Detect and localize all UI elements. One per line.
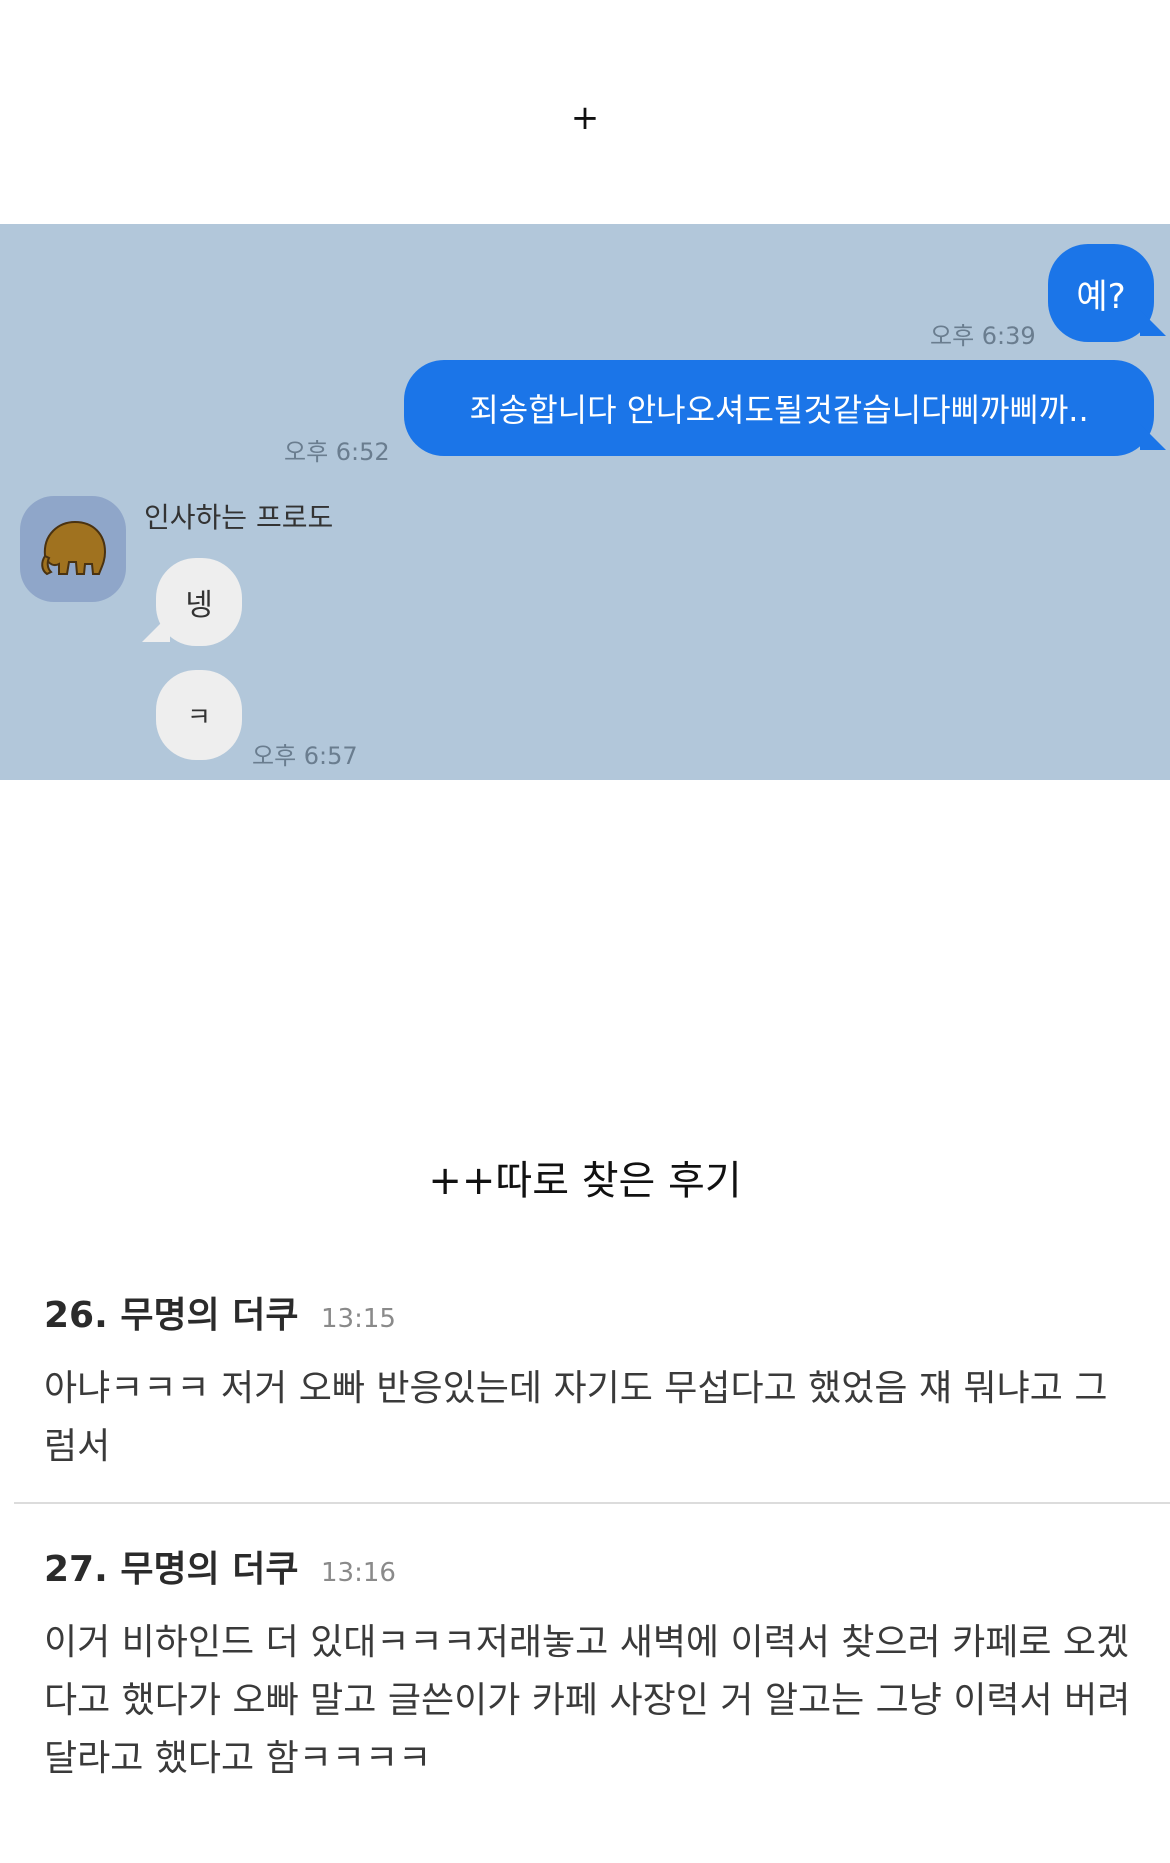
incoming-message-text: ㅋ — [187, 702, 211, 733]
comment-header: 26. 무명의 더쿠 13:15 — [44, 1286, 1134, 1338]
chat-screenshot: 예? 오후 6:39 죄송합니다 안나오셔도될것같습니다삐까삐까.. 오후 6:… — [0, 224, 1170, 780]
comment-item: 26. 무명의 더쿠 13:15 아냐ㅋㅋㅋ 저거 오빠 반응있는데 자기도 무… — [44, 1286, 1134, 1476]
incoming-message-bubble: 넹 — [156, 558, 242, 646]
outgoing-message-bubble: 죄송합니다 안나오셔도될것같습니다삐까삐까.. — [404, 360, 1154, 456]
message-time: 오후 6:52 — [284, 438, 390, 466]
message-time: 오후 6:57 — [252, 742, 358, 770]
comment-item: 27. 무명의 더쿠 13:16 이거 비하인드 더 있대ㅋㅋㅋ저래놓고 새벽에… — [44, 1540, 1134, 1788]
incoming-message-text: 넹 — [185, 588, 213, 623]
comment-time: 13:15 — [321, 1304, 396, 1334]
outgoing-message-text: 예? — [1076, 276, 1126, 317]
incoming-message-bubble: ㅋ — [156, 670, 242, 760]
comment-time: 13:16 — [321, 1558, 396, 1588]
comment-text: 아냐ㅋㅋㅋ 저거 오빠 반응있는데 자기도 무섭다고 했었음 쟤 뭐냐고 그럼서 — [44, 1368, 1108, 1467]
divider — [14, 1502, 1170, 1504]
elephant-icon — [41, 520, 107, 576]
outgoing-message-text: 죄송합니다 안나오셔도될것같습니다삐까삐까.. — [469, 391, 1089, 429]
comment-number: 26. — [44, 1295, 108, 1336]
plus-marker: + — [570, 98, 600, 138]
comment-author: 무명의 더쿠 — [120, 1549, 299, 1590]
comment-author: 무명의 더쿠 — [120, 1295, 299, 1336]
comment-number: 27. — [44, 1549, 108, 1590]
review-section-title: ++따로 찾은 후기 — [428, 1158, 742, 1204]
sender-name: 인사하는 프로도 — [144, 501, 334, 534]
outgoing-message-bubble: 예? — [1048, 244, 1154, 342]
message-time: 오후 6:39 — [930, 322, 1036, 350]
comment-header: 27. 무명의 더쿠 13:16 — [44, 1540, 1134, 1592]
comment-text: 이거 비하인드 더 있대ㅋㅋㅋ저래놓고 새벽에 이력서 찾으러 카페로 오겠다고… — [44, 1622, 1131, 1779]
avatar — [20, 496, 126, 602]
